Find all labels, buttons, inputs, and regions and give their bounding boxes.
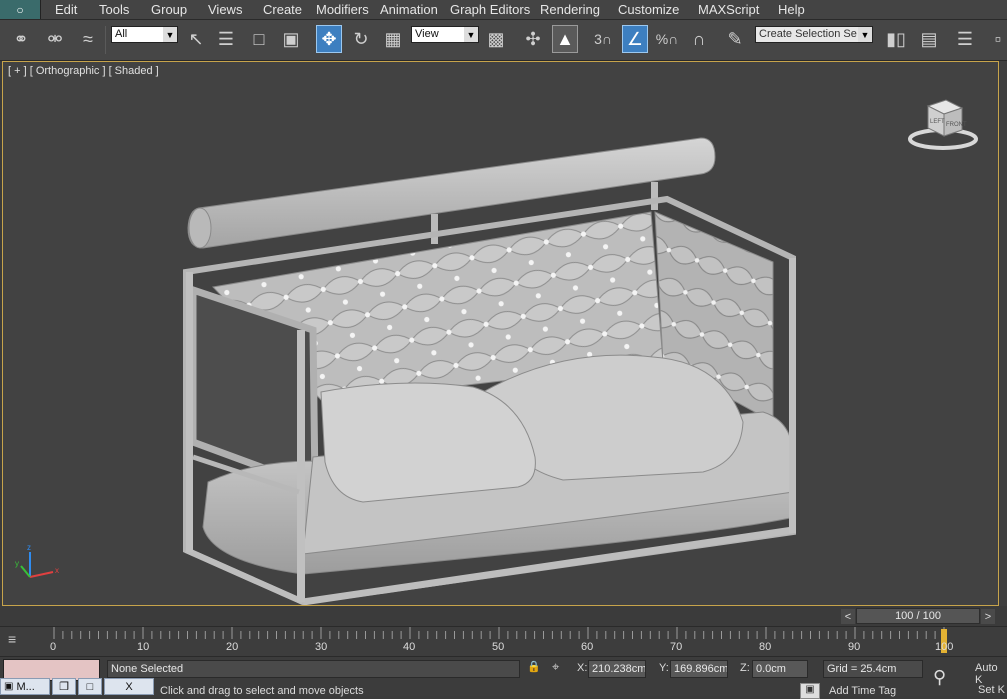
tick-label: 70 bbox=[670, 641, 683, 653]
set-key-button[interactable]: Set K bbox=[978, 684, 1005, 696]
prompt-line: Click and drag to select and move object… bbox=[160, 685, 364, 697]
selection-filter-value: All bbox=[115, 28, 128, 40]
link-icon[interactable]: ⚭ bbox=[8, 25, 34, 53]
tick-label: 80 bbox=[759, 641, 772, 653]
menu-views[interactable]: Views bbox=[208, 2, 242, 17]
close-button[interactable]: X bbox=[104, 678, 154, 695]
edit-named-selection-icon[interactable]: ✎ bbox=[722, 25, 748, 53]
toolbar-divider bbox=[105, 26, 106, 54]
time-slider[interactable]: 100 / 100 bbox=[856, 608, 980, 624]
menu-create[interactable]: Create bbox=[263, 2, 302, 17]
chevron-down-icon: ▼ bbox=[464, 27, 478, 42]
chevron-down-icon: ▼ bbox=[858, 27, 872, 42]
menu-bar: ○ Edit Tools Group Views Create Modifier… bbox=[0, 0, 1007, 20]
tick-label: 10 bbox=[137, 641, 150, 653]
restore-icon: ❐ bbox=[59, 681, 69, 693]
axis-z-label: z bbox=[27, 543, 31, 552]
grid-spacing: Grid = 25.4cm bbox=[823, 660, 923, 678]
angle-snap-icon[interactable]: ∠ bbox=[622, 25, 648, 53]
keyboard-shortcut-override-icon[interactable]: ▲ bbox=[552, 25, 578, 53]
tick-label: 60 bbox=[581, 641, 594, 653]
bind-space-warp-icon[interactable]: ≈ bbox=[75, 25, 101, 53]
z-coordinate-label: Z: bbox=[740, 662, 750, 674]
auto-key-button[interactable]: Auto K bbox=[975, 662, 1007, 686]
spinner-snap-icon[interactable]: ∩ bbox=[686, 25, 712, 53]
lock-selection-icon[interactable]: 🔒 bbox=[527, 660, 541, 676]
pivot-center-icon[interactable]: ▩ bbox=[483, 25, 509, 53]
manipulate-icon[interactable]: ✣ bbox=[520, 25, 546, 53]
selection-filter-dropdown[interactable]: All ▼ bbox=[111, 26, 178, 43]
reference-coordinate-dropdown[interactable]: View ▼ bbox=[411, 26, 479, 43]
y-coordinate-field[interactable]: 169.896cm bbox=[670, 660, 728, 678]
viewcube-left-face[interactable]: LEFT bbox=[930, 119, 945, 125]
taskbar-app-label: M... bbox=[16, 680, 35, 693]
axis-x-label: x bbox=[55, 566, 59, 575]
menu-modifiers[interactable]: Modifiers bbox=[316, 2, 369, 17]
select-and-move-icon[interactable]: ✥ bbox=[316, 25, 342, 53]
key-icon[interactable]: ⚲ bbox=[933, 667, 961, 689]
taskbar-app-button[interactable]: ▣ M... bbox=[0, 678, 50, 695]
viewcube[interactable]: LEFT FRONT bbox=[908, 96, 978, 151]
sofa-model[interactable] bbox=[3, 62, 999, 606]
select-by-name-icon[interactable]: ☰ bbox=[213, 25, 239, 53]
app-icon: ▣ bbox=[4, 681, 14, 692]
menu-graph-editors[interactable]: Graph Editors bbox=[450, 2, 530, 17]
time-tag-icon[interactable]: ▣ bbox=[800, 683, 820, 699]
tick-label: 90 bbox=[848, 641, 861, 653]
tick-label: 20 bbox=[226, 641, 239, 653]
named-selection-placeholder: Create Selection Se bbox=[759, 28, 857, 40]
maximize-icon: □ bbox=[86, 680, 94, 693]
menu-edit[interactable]: Edit bbox=[55, 2, 77, 17]
perspective-viewport[interactable]: [ + ] [ Orthographic ] [ Shaded ] LEFT F… bbox=[2, 61, 999, 606]
menu-customize[interactable]: Customize bbox=[618, 2, 679, 17]
unlink-icon[interactable]: ⚮ bbox=[42, 25, 68, 53]
main-toolbar: ⚭ ⚮ ≈ All ▼ ↖ ☰ □ ▣ ✥ ↻ ▦ View ▼ ▩ ✣ ▲ 3… bbox=[0, 20, 1007, 61]
selection-status: None Selected bbox=[107, 660, 520, 678]
restore-button[interactable]: ❐ bbox=[52, 678, 76, 695]
snaps-toggle-icon[interactable]: 3 ∩ bbox=[590, 25, 616, 53]
app-logo-button[interactable]: ○ bbox=[0, 0, 41, 19]
viewcube-front-face[interactable]: FRONT bbox=[946, 122, 967, 128]
x-coordinate-label: X: bbox=[577, 662, 588, 674]
mini-curve-editor-icon[interactable]: ≡ bbox=[8, 631, 36, 649]
axis-tripod: z x y bbox=[15, 543, 59, 578]
absolute-mode-transform-icon[interactable]: ⌖ bbox=[552, 659, 570, 677]
menu-help[interactable]: Help bbox=[778, 2, 805, 17]
graphite-toolbox-icon[interactable]: ▫ bbox=[985, 25, 1007, 53]
menu-rendering[interactable]: Rendering bbox=[540, 2, 600, 17]
time-slider-next-button[interactable]: > bbox=[981, 609, 995, 624]
select-and-rotate-icon[interactable]: ↻ bbox=[348, 25, 374, 53]
trackbar-ruler bbox=[53, 627, 945, 639]
axis-y-label: y bbox=[15, 559, 19, 568]
menu-animation[interactable]: Animation bbox=[380, 2, 438, 17]
reference-coordinate-value: View bbox=[415, 28, 439, 40]
menu-maxscript[interactable]: MAXScript bbox=[698, 2, 759, 17]
snap-label: 3 bbox=[594, 31, 602, 47]
time-slider-prev-button[interactable]: < bbox=[841, 609, 855, 624]
tick-label: 0 bbox=[50, 641, 57, 653]
chevron-down-icon: ▼ bbox=[163, 27, 177, 42]
menu-tools[interactable]: Tools bbox=[99, 2, 129, 17]
close-icon: X bbox=[125, 680, 133, 693]
tick-label: 50 bbox=[492, 641, 505, 653]
y-coordinate-label: Y: bbox=[659, 662, 669, 674]
menu-group[interactable]: Group bbox=[151, 2, 187, 17]
window-crossing-icon[interactable]: ▣ bbox=[278, 25, 304, 53]
select-object-icon[interactable]: ↖ bbox=[183, 25, 209, 53]
percent-snap-icon[interactable]: %∩ bbox=[654, 25, 680, 53]
add-time-tag-button[interactable]: Add Time Tag bbox=[829, 685, 896, 697]
z-coordinate-field[interactable]: 0.0cm bbox=[752, 660, 808, 678]
align-icon[interactable]: ▤ bbox=[916, 25, 942, 53]
mirror-icon[interactable]: ▮▯ bbox=[883, 25, 909, 53]
x-coordinate-field[interactable]: 210.238cm bbox=[588, 660, 646, 678]
command-panel-edge[interactable] bbox=[1000, 61, 1007, 606]
tick-label: 40 bbox=[403, 641, 416, 653]
tick-label: 100 bbox=[935, 641, 954, 653]
maximize-button[interactable]: □ bbox=[78, 678, 102, 695]
rectangular-selection-icon[interactable]: □ bbox=[246, 25, 272, 53]
named-selection-dropdown[interactable]: Create Selection Se ▼ bbox=[755, 26, 873, 43]
select-and-scale-icon[interactable]: ▦ bbox=[380, 25, 406, 53]
layer-manager-icon[interactable]: ☰ bbox=[952, 25, 978, 53]
tick-label: 30 bbox=[315, 641, 328, 653]
